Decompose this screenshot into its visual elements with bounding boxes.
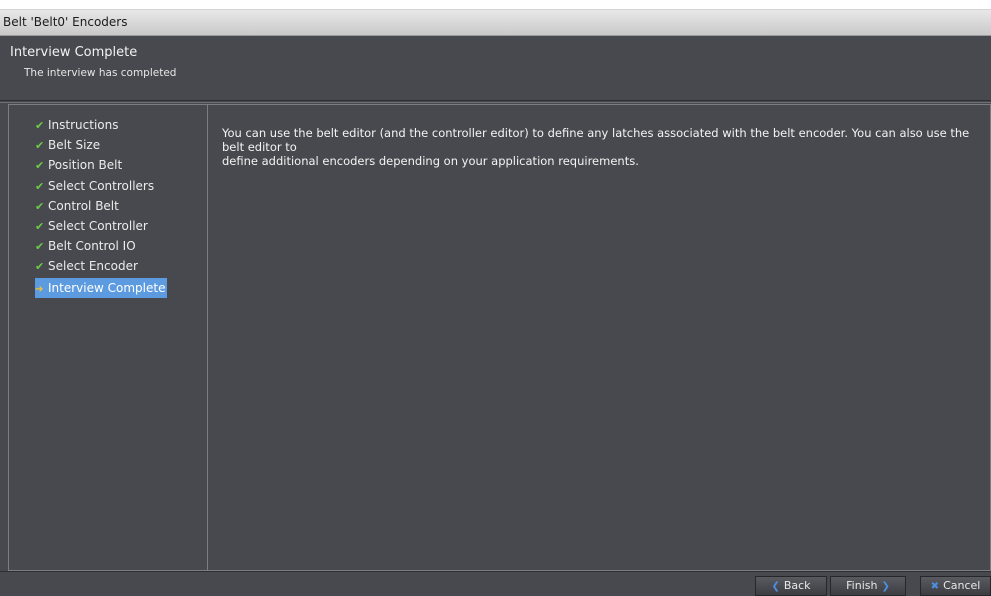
step-item-belt-control-io[interactable]: ✔ Belt Control IO <box>35 236 167 256</box>
check-icon: ✔ <box>35 119 45 132</box>
step-item-select-encoder[interactable]: ✔ Select Encoder <box>35 256 167 276</box>
step-item-control-belt[interactable]: ✔ Control Belt <box>35 196 167 216</box>
header-divider <box>0 100 991 103</box>
step-label: Control Belt <box>48 198 119 213</box>
check-icon: ✔ <box>35 159 45 173</box>
back-button[interactable]: ❮ Back <box>755 576 827 596</box>
step-label: Select Encoder <box>48 259 138 274</box>
step-item-interview-complete[interactable]: ➔ Interview Complete <box>35 277 168 298</box>
step-label: Belt Control IO <box>48 239 136 254</box>
wizard-header: Interview Complete The interview has com… <box>0 36 991 100</box>
steps-sidebar: ✔ Instructions ✔ Belt Size ✔ Position Belt … <box>8 104 208 571</box>
check-icon: ✔ <box>35 199 45 213</box>
step-item-select-controller[interactable]: ✔ Select Controller <box>35 216 167 236</box>
step-label: Belt Size <box>48 138 101 153</box>
step-label: Select Controllers <box>48 178 155 193</box>
wizard-footer: ❮ Back Finish ❯ ✖ Cancel <box>0 571 991 596</box>
finish-button[interactable]: Finish ❯ <box>830 576 906 596</box>
content-panel: You can use the belt editor (and the con… <box>208 104 991 571</box>
step-label: Instructions <box>48 118 119 132</box>
steps-list: ✔ Instructions ✔ Belt Size ✔ Position Belt … <box>35 115 168 298</box>
check-icon: ✔ <box>35 139 45 153</box>
step-label: Interview Complete <box>48 280 166 295</box>
step-item-select-controllers[interactable]: ✔ Select Controllers <box>35 176 167 196</box>
window-title: Belt 'Belt0' Encoders <box>0 9 991 36</box>
step-label: Position Belt <box>48 158 123 173</box>
wizard-window: Belt 'Belt0' Encoders Interview Complete… <box>0 9 991 596</box>
cancel-button-label: Cancel <box>943 579 981 592</box>
step-item-belt-size[interactable]: ✔ Belt Size <box>35 135 167 155</box>
check-icon: ✔ <box>35 240 45 254</box>
check-icon: ✔ <box>35 179 45 193</box>
arrow-right-icon: ➔ <box>35 283 44 295</box>
back-button-label: Back <box>783 579 811 592</box>
check-icon: ✔ <box>35 260 45 274</box>
chevron-left-icon: ❮ <box>771 581 780 592</box>
step-item-instructions[interactable]: ✔ Instructions <box>35 115 167 135</box>
content-text: You can use the belt editor (and the con… <box>222 126 970 168</box>
page-title: Interview Complete <box>10 45 138 60</box>
page-subtitle: The interview has completed <box>24 67 177 79</box>
chevron-right-icon: ❯ <box>881 581 890 592</box>
step-label: Select Controller <box>48 218 148 233</box>
check-icon: ✔ <box>35 219 45 233</box>
close-icon: ✖ <box>930 581 940 592</box>
step-item-position-belt[interactable]: ✔ Position Belt <box>35 155 167 175</box>
cancel-button[interactable]: ✖ Cancel <box>920 576 991 596</box>
finish-button-label: Finish <box>846 579 878 592</box>
